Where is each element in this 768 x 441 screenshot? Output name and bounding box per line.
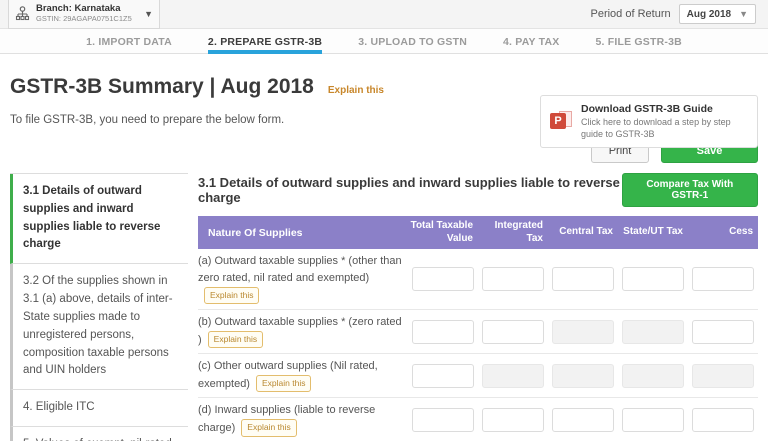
input-d-cess[interactable] bbox=[692, 407, 754, 432]
input-c-integrated-tax[interactable] bbox=[482, 363, 544, 388]
gstr3b-page: Branch: Karnataka GSTIN: 29AGAPA0751C1Z5… bbox=[0, 0, 768, 441]
section-sidebar: 3.1 Details of outward supplies and inwa… bbox=[10, 173, 188, 441]
section-title: 3.1 Details of outward supplies and inwa… bbox=[198, 175, 620, 205]
sidebar-item-5-exempt-supplies[interactable]: 5. Values of exempt, nil-rated and non-G… bbox=[10, 426, 188, 441]
col-header-cess: Cess bbox=[729, 226, 753, 238]
tab-prepare-gstr3b[interactable]: 2. PREPARE GSTR-3B bbox=[207, 29, 323, 54]
input-b-total-taxable-value[interactable] bbox=[412, 319, 474, 344]
step-tabbar: 1. IMPORT DATA 2. PREPARE GSTR-3B 3. UPL… bbox=[0, 29, 768, 54]
explain-this-badge[interactable]: Explain this bbox=[204, 287, 260, 305]
input-d-total-taxable-value[interactable] bbox=[412, 407, 474, 432]
col-header-total-taxable-value: Total Taxable Value bbox=[410, 220, 473, 244]
cell bbox=[688, 407, 758, 432]
cell bbox=[408, 363, 478, 388]
page-title: GSTR-3B Summary | Aug 2018 bbox=[10, 75, 314, 98]
content-area: GSTR-3B Summary | Aug 2018 Explain this … bbox=[0, 75, 768, 441]
input-a-central-tax[interactable] bbox=[552, 267, 614, 292]
compare-tax-gstr1-button[interactable]: Compare Tax With GSTR-1 bbox=[621, 173, 758, 207]
topbar: Branch: Karnataka GSTIN: 29AGAPA0751C1Z5… bbox=[0, 0, 768, 29]
powerpoint-letter: P bbox=[550, 112, 566, 129]
branch-gstin: GSTIN: 29AGAPA0751C1Z5 bbox=[36, 13, 132, 23]
row-label: (b) Outward taxable supplies * (zero rat… bbox=[198, 314, 408, 349]
cell bbox=[618, 267, 688, 292]
main-split: 3.1 Details of outward supplies and inwa… bbox=[10, 173, 758, 441]
chevron-down-icon: ▼ bbox=[144, 8, 153, 19]
cell bbox=[688, 267, 758, 292]
input-d-central-tax[interactable] bbox=[552, 407, 614, 432]
cell bbox=[548, 267, 618, 292]
table-row-d: (d) Inward supplies (liable to reverse c… bbox=[198, 398, 758, 441]
cell bbox=[478, 407, 548, 432]
cell bbox=[688, 319, 758, 344]
cell bbox=[548, 407, 618, 432]
branch-selector[interactable]: Branch: Karnataka GSTIN: 29AGAPA0751C1Z5… bbox=[8, 0, 160, 29]
branch-label: Branch: Karnataka bbox=[36, 2, 121, 14]
row-label-text: (a) Outward taxable supplies * (other th… bbox=[198, 255, 402, 285]
col-header-central-tax: Central Tax bbox=[559, 226, 613, 238]
period-of-return-label: Period of Return bbox=[590, 8, 671, 20]
title-explain-link[interactable]: Explain this bbox=[328, 85, 384, 96]
section-header: 3.1 Details of outward supplies and inwa… bbox=[198, 173, 758, 207]
cell bbox=[618, 363, 688, 388]
cell bbox=[408, 319, 478, 344]
input-c-central-tax[interactable] bbox=[552, 363, 614, 388]
row-label: (d) Inward supplies (liable to reverse c… bbox=[198, 402, 408, 437]
input-b-integrated-tax[interactable] bbox=[482, 319, 544, 344]
period-value: Aug 2018 bbox=[686, 8, 732, 20]
cell bbox=[478, 319, 548, 344]
cell bbox=[618, 407, 688, 432]
table-row-c: (c) Other outward supplies (Nil rated, e… bbox=[198, 354, 758, 399]
row-label: (c) Other outward supplies (Nil rated, e… bbox=[198, 358, 408, 393]
tab-file-gstr3b[interactable]: 5. FILE GSTR-3B bbox=[595, 29, 681, 54]
period-of-return: Period of Return Aug 2018 ▼ bbox=[590, 4, 756, 24]
sidebar-item-4-eligible-itc[interactable]: 4. Eligible ITC bbox=[10, 390, 188, 427]
cell bbox=[408, 267, 478, 292]
tab-pay-tax[interactable]: 4. PAY TAX bbox=[503, 29, 559, 54]
input-c-cess[interactable] bbox=[692, 363, 754, 388]
cell bbox=[618, 319, 688, 344]
table-header: Nature Of Supplies Total Taxable Value I… bbox=[198, 216, 758, 249]
table-row-b: (b) Outward taxable supplies * (zero rat… bbox=[198, 310, 758, 355]
input-a-state-ut-tax[interactable] bbox=[622, 267, 684, 292]
guide-subtitle: Click here to download a step by step gu… bbox=[581, 117, 731, 139]
period-select[interactable]: Aug 2018 ▼ bbox=[678, 4, 756, 24]
powerpoint-file-icon: P bbox=[550, 110, 572, 134]
input-c-state-ut-tax[interactable] bbox=[622, 363, 684, 388]
sidebar-item-3-2-interstate-supplies[interactable]: 3.2 Of the supplies shown in 3.1 (a) abo… bbox=[10, 264, 188, 391]
input-a-cess[interactable] bbox=[692, 267, 754, 292]
row-label: (a) Outward taxable supplies * (other th… bbox=[198, 253, 408, 305]
col-header-integrated-tax: Integrated Tax bbox=[494, 220, 543, 244]
input-b-cess[interactable] bbox=[692, 319, 754, 344]
explain-this-badge[interactable]: Explain this bbox=[255, 375, 312, 393]
col-header-nature-of-supplies: Nature Of Supplies bbox=[208, 226, 303, 239]
input-d-integrated-tax[interactable] bbox=[482, 407, 544, 432]
branch-text: Branch: Karnataka GSTIN: 29AGAPA0751C1Z5 bbox=[36, 2, 144, 24]
section-3-1: 3.1 Details of outward supplies and inwa… bbox=[198, 173, 758, 441]
input-d-state-ut-tax[interactable] bbox=[622, 407, 684, 432]
sidebar-item-3-1-outward-supplies[interactable]: 3.1 Details of outward supplies and inwa… bbox=[10, 174, 188, 265]
cell bbox=[478, 363, 548, 388]
cell bbox=[688, 363, 758, 388]
guide-title: Download GSTR-3B Guide bbox=[581, 103, 713, 115]
cell bbox=[478, 267, 548, 292]
explain-this-badge[interactable]: Explain this bbox=[241, 419, 297, 437]
input-b-state-ut-tax[interactable] bbox=[622, 319, 684, 344]
table-row-a: (a) Outward taxable supplies * (other th… bbox=[198, 249, 758, 311]
input-a-integrated-tax[interactable] bbox=[482, 267, 544, 292]
explain-this-badge[interactable]: Explain this bbox=[207, 331, 264, 349]
cell bbox=[408, 407, 478, 432]
input-a-total-taxable-value[interactable] bbox=[412, 267, 474, 292]
tab-import-data[interactable]: 1. IMPORT DATA bbox=[86, 29, 172, 54]
input-b-central-tax[interactable] bbox=[552, 319, 614, 344]
chevron-down-icon: ▼ bbox=[739, 9, 748, 19]
tab-upload-to-gstn[interactable]: 3. UPLOAD TO GSTN bbox=[358, 29, 467, 54]
col-header-state-ut-tax: State/UT Tax bbox=[623, 226, 683, 238]
cell bbox=[548, 319, 618, 344]
org-chart-icon bbox=[15, 6, 30, 21]
input-c-total-taxable-value[interactable] bbox=[412, 363, 474, 388]
download-guide-box[interactable]: P Download GSTR-3B Guide Click here to d… bbox=[540, 95, 758, 149]
cell bbox=[548, 363, 618, 388]
